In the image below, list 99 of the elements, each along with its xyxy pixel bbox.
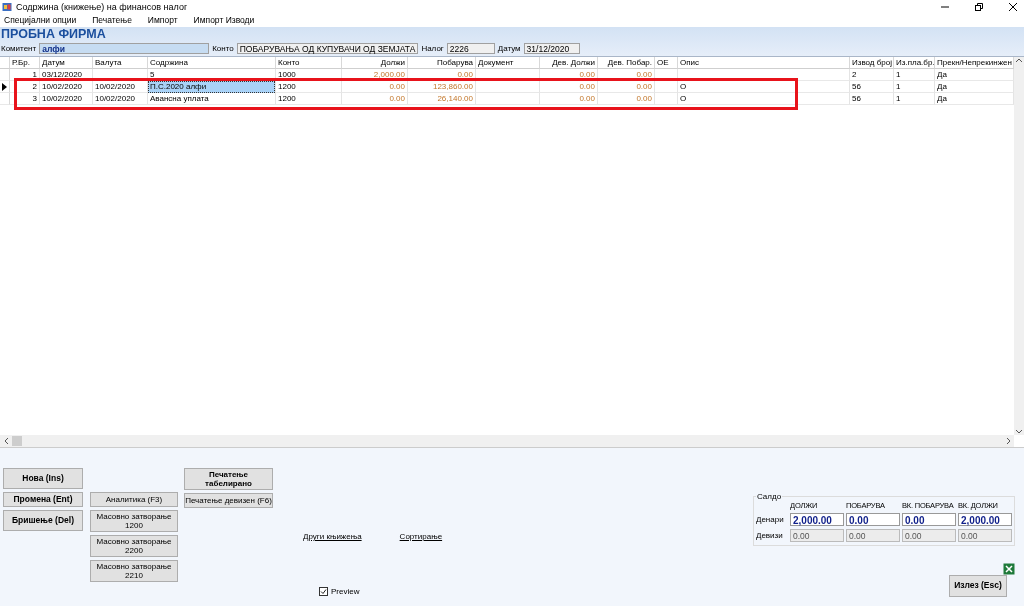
app-icon (2, 1, 12, 12)
table-cell: 0.00 (598, 81, 655, 93)
column-header[interactable]: Р.Бр. (10, 57, 40, 69)
horizontal-scrollbar[interactable] (0, 435, 1014, 447)
table-cell: 0.00 (408, 69, 476, 81)
column-header[interactable]: Опис (678, 57, 850, 69)
table-cell (476, 81, 540, 93)
field-label: Налог (420, 43, 445, 53)
table-cell (655, 93, 678, 105)
action-button[interactable]: Масовно затворање 1200 (90, 510, 178, 532)
table-cell: 0.00 (598, 69, 655, 81)
table-cell: 2,000.00 (342, 69, 408, 81)
exit-button[interactable]: Излез (Esc) (949, 575, 1007, 597)
input-field[interactable]: ПОБАРУВАЊА ОД КУПУВАЧИ ОД ЗЕМЈАТА (236, 42, 419, 54)
table-cell: 56 (850, 81, 894, 93)
table-cell: 1 (10, 69, 40, 81)
table-cell: 2 (850, 69, 894, 81)
row-pointer-icon (2, 82, 7, 91)
table-cell: 10/02/2020 (40, 81, 93, 93)
column-header[interactable]: Документ (476, 57, 540, 69)
table-cell[interactable]: П.С.2020 алфи (148, 81, 275, 93)
scroll-thumb[interactable] (12, 436, 22, 446)
column-header[interactable]: Извод број (850, 57, 894, 69)
restore-icon[interactable] (974, 1, 984, 12)
table-cell: 3 (10, 93, 40, 105)
table-cell: 26,140.00 (408, 93, 476, 105)
table-cell (655, 81, 678, 93)
column-header[interactable]: Дев. Должи (540, 57, 598, 69)
panel-title: Салдо (756, 492, 783, 501)
column-header[interactable]: Валута (93, 57, 148, 69)
table-cell: 0.00 (598, 93, 655, 105)
table-cell: 0.00 (540, 81, 598, 93)
table-cell: 0.00 (342, 81, 408, 93)
column-header[interactable]: Дев. Побар. (598, 57, 655, 69)
table-cell: 1200 (276, 81, 342, 93)
column-header[interactable]: Должи (342, 57, 408, 69)
table-cell (476, 93, 540, 105)
value-field[interactable]: 0.00 (846, 513, 900, 526)
spreadsheet-icon[interactable] (1003, 563, 1015, 575)
scroll-up-icon[interactable] (1015, 57, 1023, 63)
field-label: Комитент (0, 43, 38, 53)
checkmark-icon (320, 588, 327, 595)
menu-item[interactable]: Специјални опции (4, 15, 77, 25)
input-field[interactable]: 2226 (446, 42, 495, 54)
row-label: Денари (756, 515, 785, 524)
scroll-left-icon[interactable] (3, 437, 9, 445)
table-cell: 03/12/2020 (40, 69, 93, 81)
column-header[interactable]: Конто (276, 57, 342, 69)
menu-item[interactable]: Печатење (92, 15, 132, 25)
table-cell: 0.00 (342, 93, 408, 105)
row-label: Девизи (756, 531, 784, 540)
table-cell: 1 (894, 69, 935, 81)
action-button[interactable]: Промена (Ent) (3, 492, 83, 507)
scroll-right-icon[interactable] (1006, 437, 1012, 445)
field-label: Конто (211, 43, 235, 53)
close-icon[interactable] (1008, 1, 1018, 12)
input-field[interactable]: 31/12/2020 (523, 42, 580, 54)
table-cell: Авансна уплата (148, 93, 276, 105)
table-cell: 10/02/2020 (40, 93, 93, 105)
preview-checkbox[interactable] (319, 587, 328, 596)
table-cell: 2 (10, 81, 40, 93)
table-cell: 1000 (276, 69, 342, 81)
value-field[interactable]: 2,000.00 (958, 513, 1012, 526)
company-name: ПРОБНА ФИРМА (0, 27, 107, 41)
column-header[interactable]: Побарува (408, 57, 476, 69)
column-header[interactable]: Датум (40, 57, 93, 69)
table-cell: 1 (894, 93, 935, 105)
action-button[interactable]: Масовно затворање 2210 (90, 560, 178, 582)
value-field[interactable]: 2,000.00 (790, 513, 844, 526)
action-button[interactable]: Бришење (Del) (3, 510, 83, 531)
action-button[interactable]: Нова (Ins) (3, 468, 83, 489)
table-cell: О (678, 93, 850, 105)
scroll-down-icon[interactable] (1015, 429, 1023, 435)
action-button[interactable]: Масовно затворање 2200 (90, 535, 178, 557)
value-field[interactable]: 0.00 (902, 513, 956, 526)
table-cell: 1200 (276, 93, 342, 105)
menu-item[interactable]: Импорт (147, 15, 178, 25)
column-header[interactable]: Из.пла.бр. (894, 57, 935, 69)
column-header[interactable]: ОЕ (655, 57, 678, 69)
table-cell: 1 (894, 81, 935, 93)
column-header[interactable]: Содржина (148, 57, 276, 69)
action-button[interactable]: Печатење девизен (F6) (184, 493, 273, 508)
table-cell: 0.00 (540, 69, 598, 81)
vertical-scrollbar[interactable] (1014, 57, 1024, 435)
checkbox-label: Preview (331, 587, 360, 596)
column-header[interactable]: Прекн/Непрекинжен (935, 57, 1014, 69)
action-button[interactable]: Аналитика (F3) (90, 492, 178, 507)
table-cell: 123,860.00 (408, 81, 476, 93)
action-button[interactable]: Печатење табелирано (184, 468, 273, 490)
link[interactable]: Други књижења (303, 532, 362, 541)
menu-item[interactable]: Импорт Изводи (193, 15, 255, 25)
table-cell: 10/02/2020 (93, 93, 148, 105)
field-label: Датум (496, 43, 522, 53)
window-title: Содржина (книжење) на финансов налог (16, 1, 189, 12)
link[interactable]: Сортирање (399, 532, 443, 541)
table-cell: 0.00 (540, 93, 598, 105)
input-field[interactable]: алфи (39, 42, 210, 54)
table-cell: О (678, 81, 850, 93)
table-cell: 56 (850, 93, 894, 105)
